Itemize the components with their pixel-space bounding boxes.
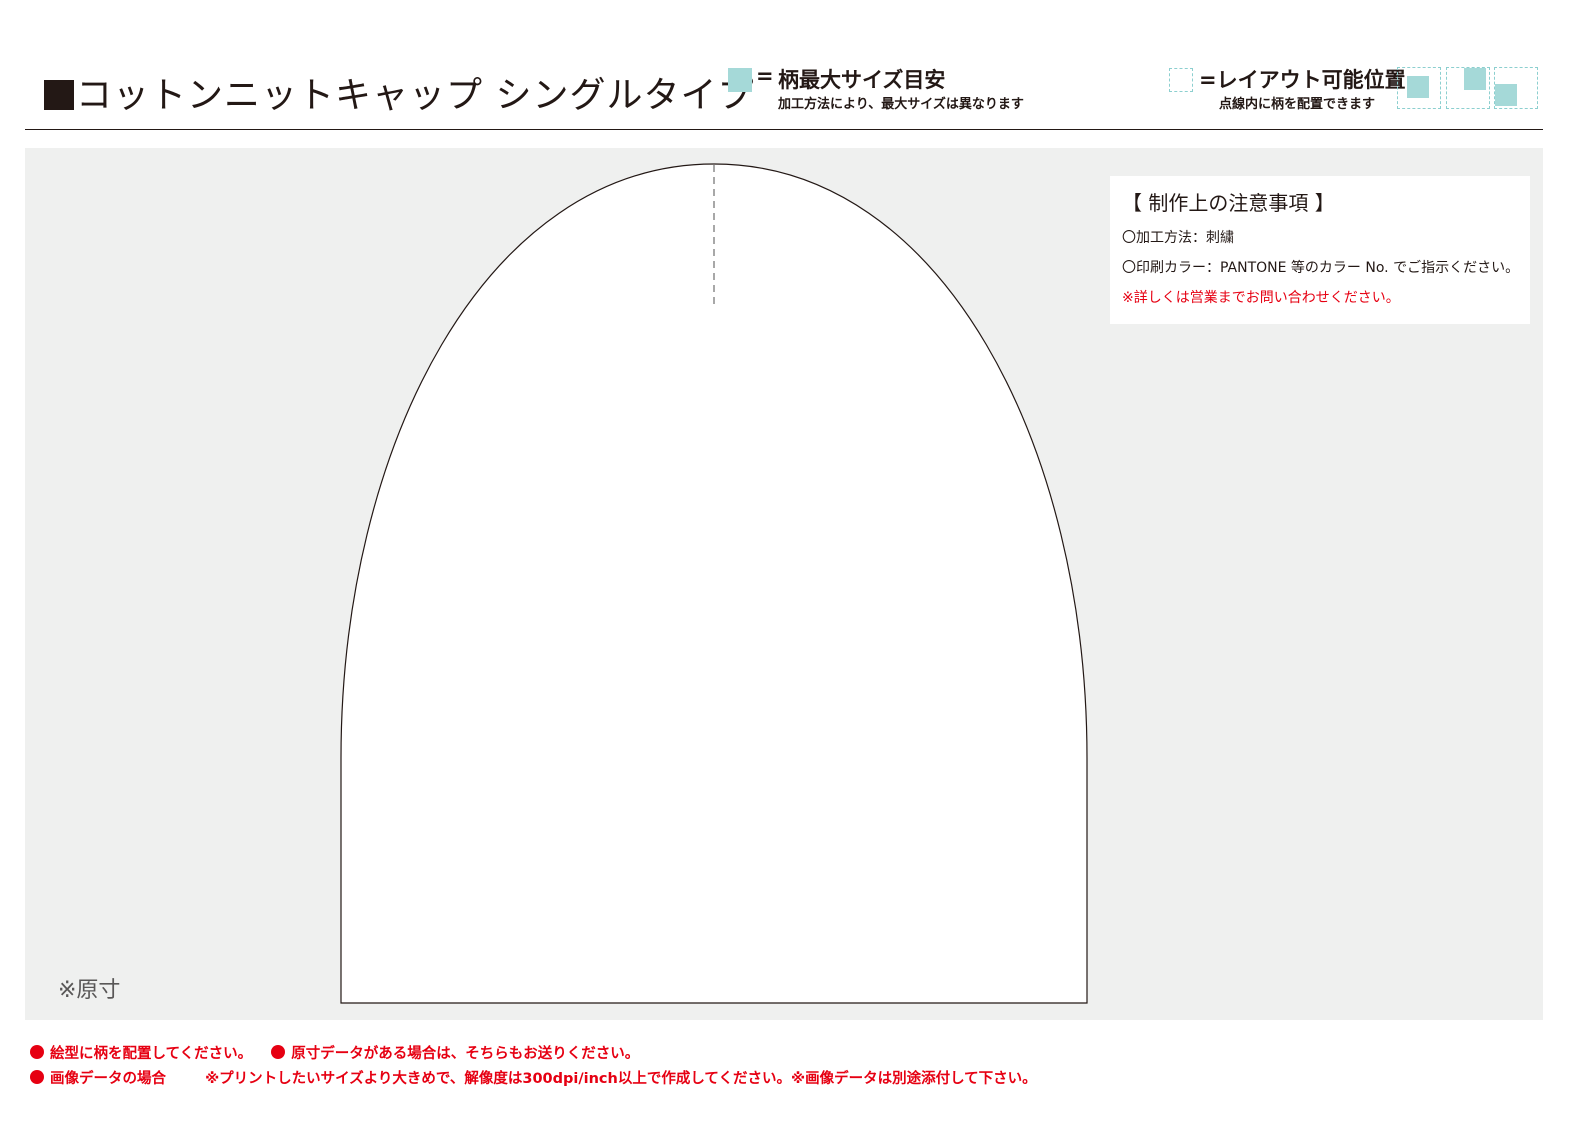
layout-example-bottom-right-icon	[1494, 67, 1538, 109]
footer-image-data-label: 画像データの場合	[50, 1071, 166, 1087]
notes-method: 〇加工方法：刺繍	[1122, 230, 1234, 246]
legend-layout-note: 点線内に柄を配置できます	[1219, 97, 1376, 112]
layout-dashed-box-icon	[1169, 68, 1193, 92]
notes-heading: 【 制作上の注意事項 】	[1122, 191, 1335, 215]
legend-max-size-note: 加工方法により、最大サイズは異なります	[778, 97, 1024, 112]
notes-color: 〇印刷カラー：PANTONE 等のカラー No. でご指示ください。	[1122, 260, 1520, 276]
bullet-dot-icon	[30, 1045, 44, 1059]
footer-instruction-place: 絵型に柄を配置してください。	[50, 1046, 253, 1062]
header-divider	[25, 129, 1543, 130]
production-notes-box: 【 制作上の注意事項 】 〇加工方法：刺繍 〇印刷カラー：PANTONE 等のカ…	[1110, 176, 1530, 324]
legend-equals: =	[756, 64, 774, 88]
bullet-dot-icon	[30, 1070, 44, 1084]
layout-example-top-right-icon	[1446, 67, 1490, 109]
page-title-text: コットンニットキャップ シングルタイプ	[76, 75, 755, 116]
legend-layout-label: =レイアウト可能位置	[1199, 68, 1406, 92]
page-title: コットンニットキャップ シングルタイプ	[44, 70, 754, 122]
footer-line-2: 画像データの場合 ※プリントしたいサイズより大きめで、解像度は300dpi/in…	[30, 1067, 1037, 1088]
footer-instruction-original: 原寸データがある場合は、そちらもお送りください。	[291, 1046, 640, 1062]
max-size-swatch-icon	[728, 68, 752, 92]
notes-contact: ※詳しくは営業までお問い合わせください。	[1122, 290, 1400, 306]
actual-size-note: ※原寸	[58, 978, 121, 1003]
layout-example-center-icon	[1397, 67, 1441, 109]
footer-image-data-note: ※プリントしたいサイズより大きめで、解像度は300dpi/inch以上で作成して…	[205, 1071, 1037, 1087]
title-square-icon	[44, 80, 74, 110]
footer-line-1: 絵型に柄を配置してください。 原寸データがある場合は、そちらもお送りください。	[30, 1042, 639, 1063]
bullet-dot-icon	[271, 1045, 286, 1059]
legend-max-size-label: 柄最大サイズ目安	[778, 68, 946, 92]
